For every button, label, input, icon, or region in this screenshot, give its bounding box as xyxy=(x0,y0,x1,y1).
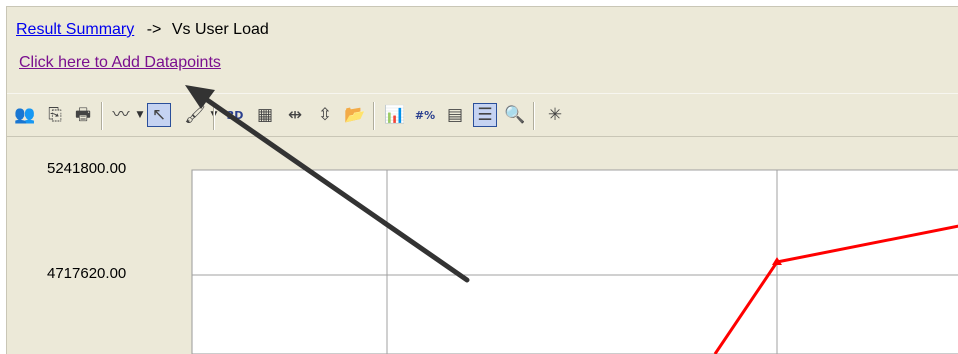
breadcrumb-separator: -> xyxy=(146,21,162,38)
grid-icon[interactable]: ▦ xyxy=(253,103,277,127)
3d-zoom-icon[interactable]: 3D xyxy=(223,103,247,127)
y-tick-label: 5241800.00 xyxy=(47,160,127,177)
breadcrumb-current: Vs User Load xyxy=(171,21,269,38)
breadcrumb: Result Summary -> Vs User Load xyxy=(16,21,269,39)
chart-area: 5241800.00 4717620.00 xyxy=(7,136,958,354)
breadcrumb-result-summary-link[interactable]: Result Summary xyxy=(16,21,134,38)
line-chart xyxy=(191,169,958,354)
y-tick-label: 4717620.00 xyxy=(47,265,127,282)
print-icon[interactable]: 🖶 xyxy=(71,103,95,127)
zoom-icon[interactable]: 🔍 xyxy=(503,103,527,127)
magic-wand-icon[interactable]: ✳ xyxy=(543,103,567,127)
vertical-flip-icon[interactable]: ⇳ xyxy=(313,103,337,127)
chart-toolbar: 👥⎘🖶〰▼↖🖌▼3D▦⇹⇳📂📊#%▤☰🔍✳ xyxy=(7,93,958,137)
chart-type-icon[interactable]: 〰 xyxy=(109,103,133,127)
number-format-icon[interactable]: #% xyxy=(413,103,437,127)
toolbar-separator xyxy=(101,102,103,130)
horizontal-flip-icon[interactable]: ⇹ xyxy=(283,103,307,127)
legend-icon[interactable]: ☰ xyxy=(473,103,497,127)
select-arrow-icon[interactable]: ↖ xyxy=(147,103,171,127)
plot-area xyxy=(191,169,958,354)
result-window: Result Summary -> Vs User Load Click her… xyxy=(6,6,958,354)
chart-type-dropdown-arrow[interactable]: ▼ xyxy=(135,104,145,126)
add-datapoints-link[interactable]: Click here to Add Datapoints xyxy=(19,54,221,72)
copy-icon[interactable]: ⎘ xyxy=(43,103,67,127)
users-icon[interactable]: 👥 xyxy=(13,103,37,127)
toolbar-separator xyxy=(213,102,215,130)
brush-icon[interactable]: 🖌 xyxy=(183,103,207,127)
data-table-icon[interactable]: ▤ xyxy=(443,103,467,127)
export-icon[interactable]: 📂 xyxy=(343,103,367,127)
chart-wizard-icon[interactable]: 📊 xyxy=(383,103,407,127)
toolbar-separator xyxy=(533,102,535,130)
toolbar-separator xyxy=(373,102,375,130)
